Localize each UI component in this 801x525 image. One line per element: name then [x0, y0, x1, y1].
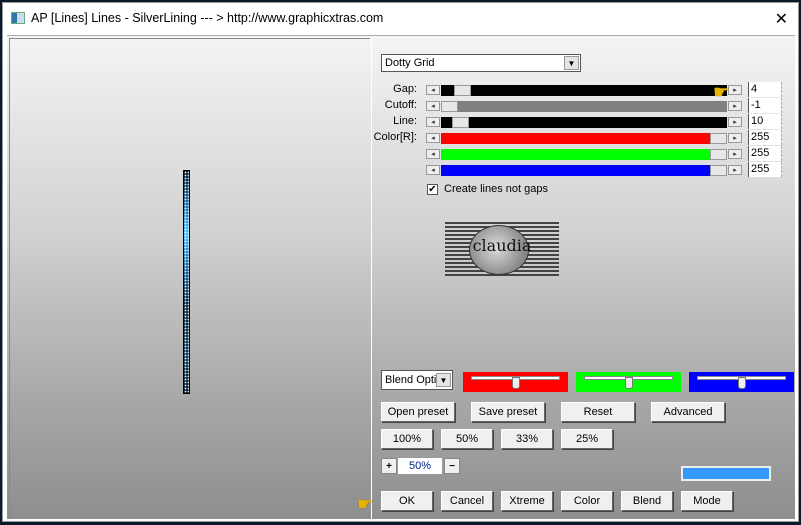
100-button[interactable]: 100%: [381, 429, 433, 449]
slider-right-arrow-icon[interactable]: ▸: [728, 149, 742, 159]
color-bar-slider[interactable]: [576, 372, 681, 392]
slider-left-arrow-icon[interactable]: ◂: [426, 117, 440, 127]
dialog-client: Dotty Grid ▼ Gap: ◂ ▸ 4 Cutoff: ◂ ▸ -1 Line: ◂ ▸ 10…: [7, 35, 795, 520]
slider[interactable]: ◂ ▸: [426, 148, 742, 160]
slider-thumb[interactable]: [451, 116, 469, 128]
plugin-window: AP [Lines] Lines - SilverLining --- > ht…: [2, 2, 799, 522]
create-lines-label: Create lines not gaps: [444, 183, 548, 195]
slider-value-field[interactable]: 4: [748, 82, 782, 97]
slider-left-arrow-icon[interactable]: ◂: [426, 149, 440, 159]
advanced-button[interactable]: Advanced: [651, 402, 725, 422]
create-lines-checkbox[interactable]: ✔: [427, 184, 438, 195]
window-title: AP [Lines] Lines - SilverLining --- > ht…: [31, 11, 384, 25]
cancel-button[interactable]: Cancel: [441, 491, 493, 511]
slider-left-arrow-icon[interactable]: ◂: [426, 85, 440, 95]
slider-label: Line:: [393, 115, 417, 127]
slider-right-arrow-icon[interactable]: ▸: [728, 101, 742, 111]
reset-button[interactable]: Reset: [561, 402, 635, 422]
color-bar-track[interactable]: [697, 376, 786, 389]
slider-track[interactable]: [441, 164, 727, 176]
blend-options-value: Blend Optio: [385, 374, 436, 386]
color-bar-slider[interactable]: [689, 372, 794, 392]
xtreme-button[interactable]: Xtreme: [501, 491, 553, 511]
slider-right-arrow-icon[interactable]: ▸: [728, 117, 742, 127]
save-preset-button[interactable]: Save preset: [471, 402, 545, 422]
25-button[interactable]: 25%: [561, 429, 613, 449]
preset-dropdown[interactable]: Dotty Grid ▼: [381, 54, 581, 72]
slider[interactable]: ◂ ▸: [426, 164, 742, 176]
slider-track[interactable]: [441, 84, 727, 96]
chevron-down-icon[interactable]: ▼: [436, 373, 451, 387]
slider-track[interactable]: [441, 100, 727, 112]
slider-thumb[interactable]: [454, 84, 472, 96]
color-bar-thumb[interactable]: [511, 377, 520, 389]
mode-button[interactable]: Mode: [681, 491, 733, 511]
zoom-in-button[interactable]: +: [381, 458, 397, 474]
color-bar-thumb[interactable]: [737, 377, 746, 389]
logo-text: claudia: [472, 236, 532, 255]
slider[interactable]: ◂ ▸: [426, 84, 742, 96]
slider-right-arrow-icon[interactable]: ▸: [728, 133, 742, 143]
slider-left-arrow-icon[interactable]: ◂: [426, 133, 440, 143]
color-bar-thumb[interactable]: [624, 377, 633, 389]
slider-thumb[interactable]: [710, 148, 727, 160]
slider[interactable]: ◂ ▸: [426, 116, 742, 128]
slider-thumb[interactable]: [710, 164, 727, 176]
ok-button[interactable]: OK: [381, 491, 433, 511]
blend-button[interactable]: Blend: [621, 491, 673, 511]
slider-value-field[interactable]: 255: [748, 130, 782, 145]
pointer-hand-icon: ☛: [713, 82, 730, 102]
slider-value-field[interactable]: 255: [748, 146, 782, 161]
slider-value-field[interactable]: 255: [748, 162, 782, 177]
preset-dropdown-value: Dotty Grid: [385, 57, 435, 69]
chevron-down-icon[interactable]: ▼: [564, 56, 579, 70]
color-swatch[interactable]: [681, 466, 771, 481]
preview-image: [183, 170, 190, 394]
slider-right-arrow-icon[interactable]: ▸: [728, 85, 742, 95]
slider-right-arrow-icon[interactable]: ▸: [728, 165, 742, 175]
slider-thumb[interactable]: [441, 100, 458, 112]
slider-track[interactable]: [441, 132, 727, 144]
slider-track[interactable]: [441, 116, 727, 128]
title-bar: AP [Lines] Lines - SilverLining --- > ht…: [3, 3, 798, 33]
zoom-out-button[interactable]: −: [444, 458, 460, 474]
slider-left-arrow-icon[interactable]: ◂: [426, 165, 440, 175]
color-bar-slider[interactable]: [463, 372, 568, 392]
close-icon[interactable]: ✕: [775, 9, 788, 28]
slider-label: Color[R]:: [373, 131, 417, 143]
slider-value-field[interactable]: 10: [748, 114, 782, 129]
color-button[interactable]: Color: [561, 491, 613, 511]
33-button[interactable]: 33%: [501, 429, 553, 449]
zoom-level-field[interactable]: 50%: [398, 458, 442, 474]
slider-thumb[interactable]: [710, 132, 727, 144]
blend-options-dropdown[interactable]: Blend Optio ▼: [381, 370, 453, 390]
slider-label: Gap:: [393, 83, 417, 95]
app-icon: [11, 12, 25, 24]
claudia-logo: claudia: [445, 222, 559, 278]
color-bar-track[interactable]: [584, 376, 673, 389]
50-button[interactable]: 50%: [441, 429, 493, 449]
slider[interactable]: ◂ ▸: [426, 100, 742, 112]
open-preset-button[interactable]: Open preset: [381, 402, 455, 422]
slider-left-arrow-icon[interactable]: ◂: [426, 101, 440, 111]
slider-track[interactable]: [441, 148, 727, 160]
pointer-hand-icon: ☛: [357, 494, 374, 514]
slider[interactable]: ◂ ▸: [426, 132, 742, 144]
color-bar-track[interactable]: [471, 376, 560, 389]
preview-pane: [7, 36, 372, 520]
slider-value-field[interactable]: -1: [748, 98, 782, 113]
slider-label: Cutoff:: [384, 99, 417, 111]
